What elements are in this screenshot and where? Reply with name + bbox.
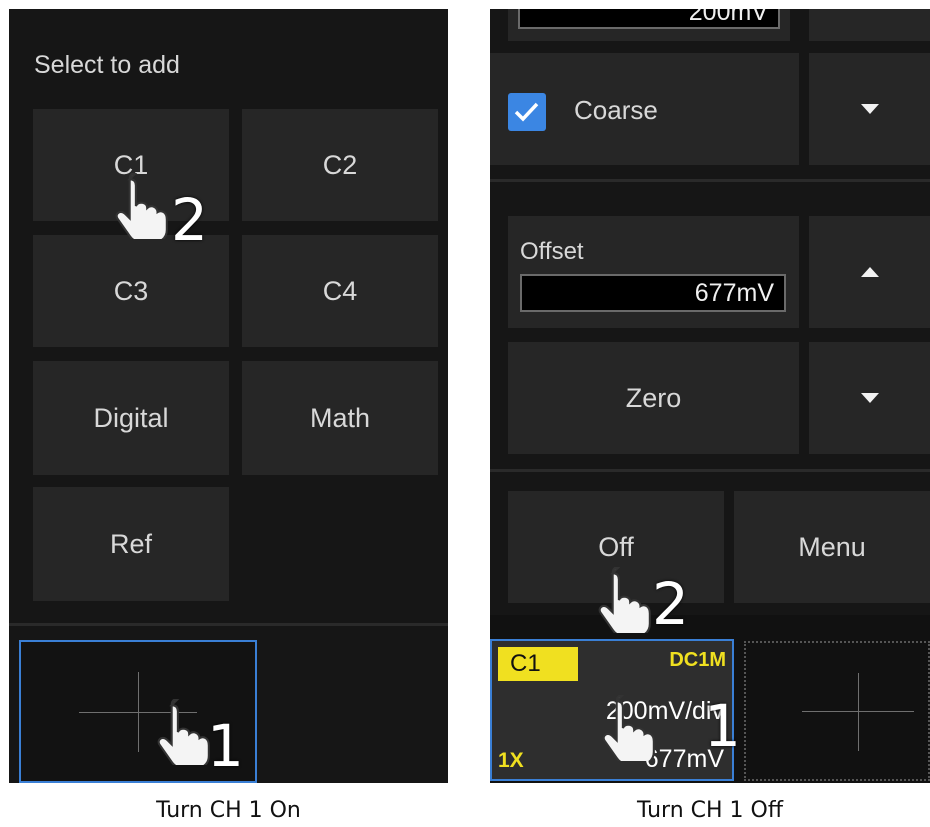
panel-divider [490,179,930,182]
offset-tile[interactable]: Offset 677mV [508,216,799,328]
scale-arrow-button[interactable] [809,9,930,41]
channel-probe: 1X [498,749,524,772]
add-channel-slot[interactable] [744,641,930,781]
checkbox-checked-icon [508,93,546,131]
plus-icon-vertical [858,673,859,751]
select-to-add-heading: Select to add [34,51,180,79]
offset-label: Offset [520,238,584,265]
scale-tile[interactable]: 200mV [508,9,790,41]
channel-menu-panel: 200mV Coarse Offset 677mV Zero Off Menu … [490,9,930,783]
coarse-down-button[interactable] [809,53,930,165]
hand-pointer-icon [115,173,168,239]
left-caption: Turn CH 1 On [156,797,301,823]
coarse-label: Coarse [574,95,658,125]
coarse-toggle[interactable]: Coarse [490,53,799,165]
scale-value: 200mV [518,9,780,29]
arrow-down-icon [860,393,879,403]
panel-divider [490,469,930,472]
add-channel-panel: Select to add C1 C2 C3 C4 Digital Math R… [9,9,448,783]
channel-menu-button[interactable]: Menu [734,491,930,603]
panel-divider [9,623,448,626]
arrow-up-icon [860,267,879,277]
add-math-button[interactable]: Math [242,361,438,475]
offset-value: 677mV [520,274,786,312]
zero-button[interactable]: Zero [508,342,799,454]
step-1-label: 1 [207,712,244,780]
add-ref-button[interactable]: Ref [33,487,229,601]
hand-pointer-icon [157,699,210,765]
plus-icon-vertical [138,672,139,752]
arrow-down-icon [860,104,879,114]
add-digital-button[interactable]: Digital [33,361,229,475]
hand-pointer-icon [602,695,655,761]
channel-coupling: DC1M [669,649,726,671]
offset-down-button[interactable] [809,342,930,454]
add-c2-button[interactable]: C2 [242,109,438,221]
offset-up-button[interactable] [809,216,930,328]
step-2-label: 2 [652,570,689,638]
hand-pointer-icon [598,567,651,633]
add-c4-button[interactable]: C4 [242,235,438,347]
channel-name-badge: C1 [498,647,578,681]
step-2-label: 2 [171,186,208,254]
right-caption: Turn CH 1 Off [637,797,783,823]
step-1-label: 1 [704,692,741,760]
